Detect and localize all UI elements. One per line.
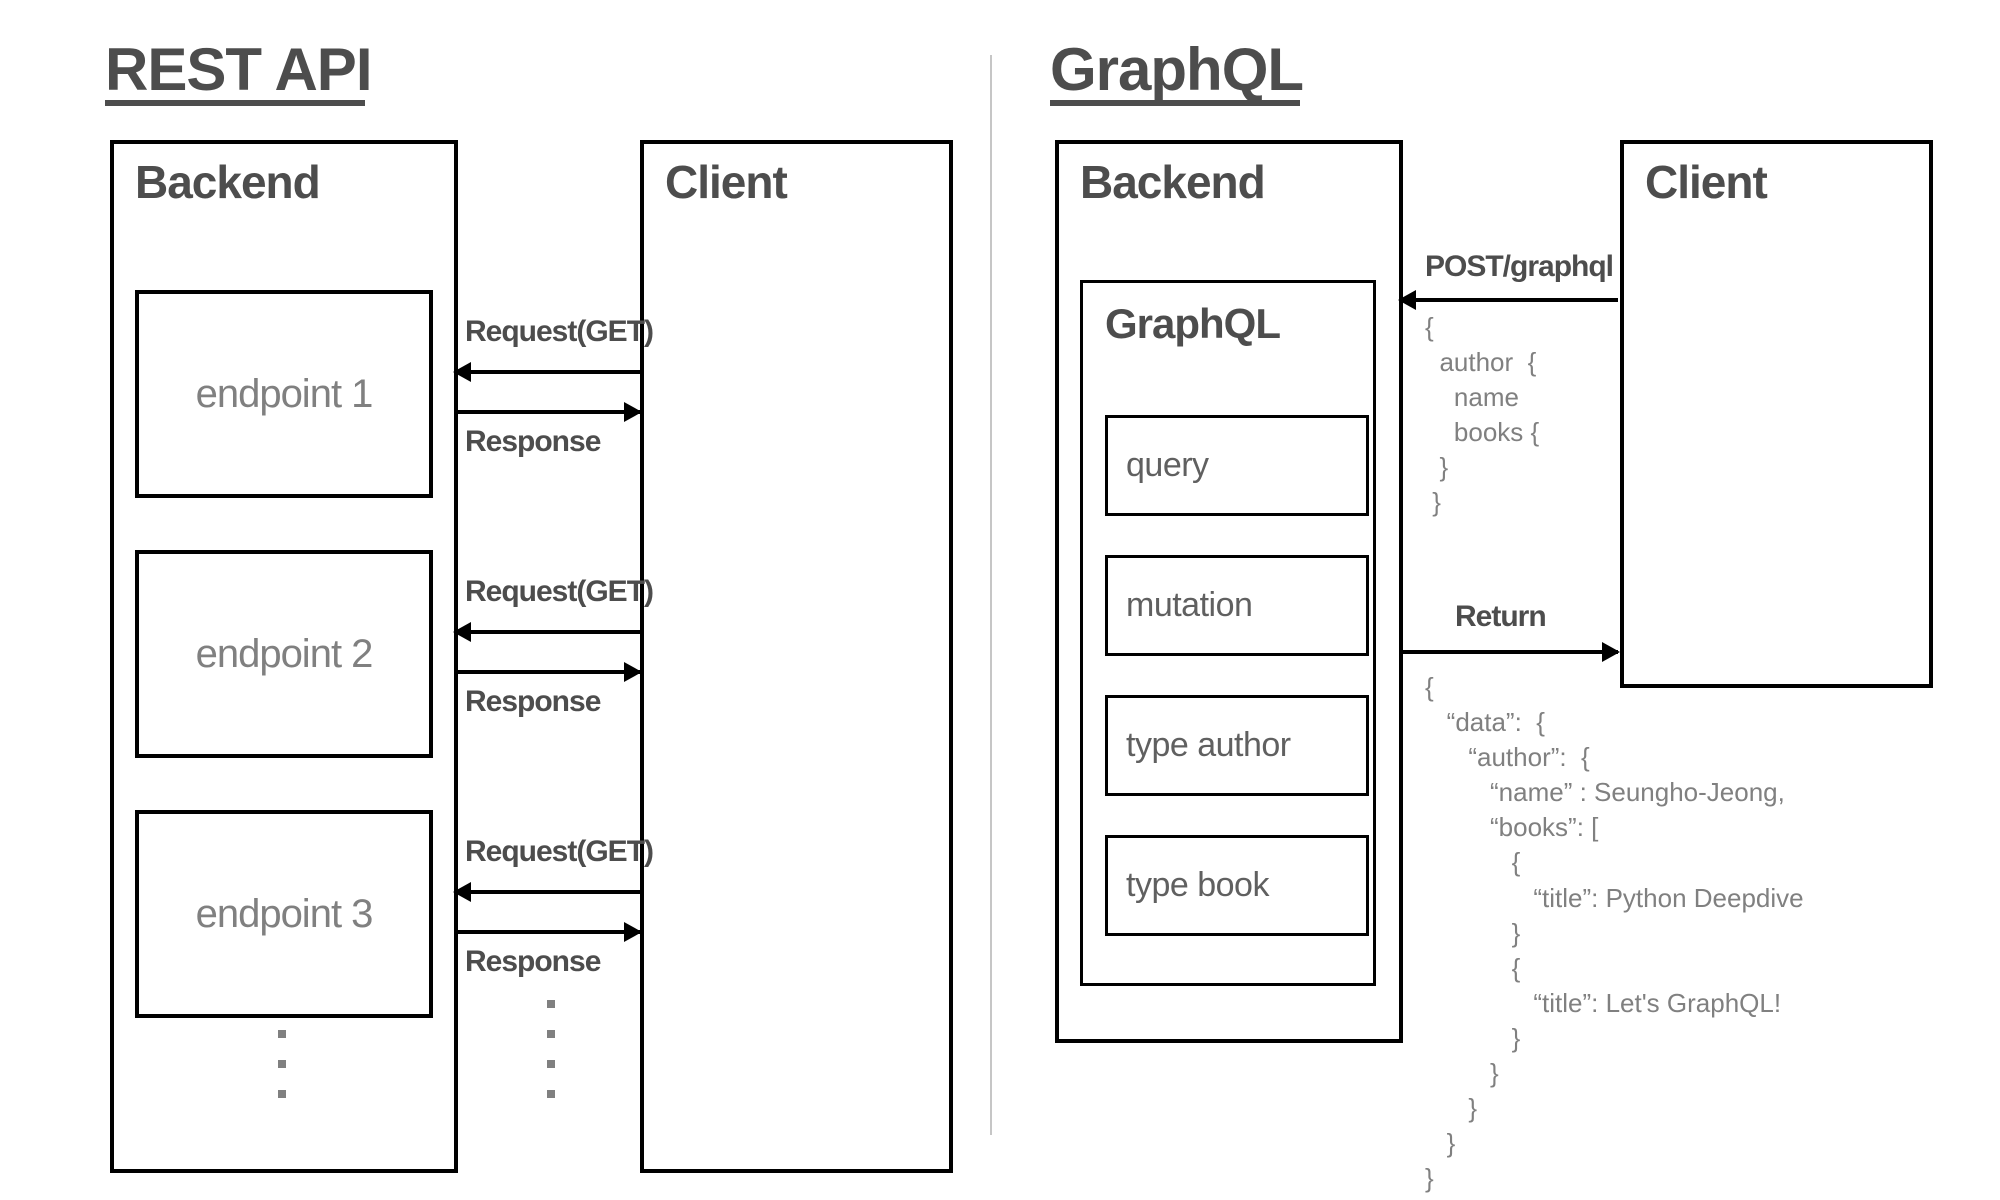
endpoint-2-request-label: Request(GET) xyxy=(465,575,653,609)
gql-return-arrow xyxy=(1400,650,1618,654)
endpoint-1-label: endpoint 1 xyxy=(196,372,373,417)
endpoint-1-box: endpoint 1 xyxy=(135,290,433,498)
endpoint-3-response-label: Response xyxy=(465,945,600,979)
endpoint-1-request-arrow xyxy=(455,370,640,374)
endpoint-3-request-label: Request(GET) xyxy=(465,835,653,869)
gql-item-query-label: query xyxy=(1126,446,1209,485)
gql-post-arrow xyxy=(1400,298,1618,302)
rest-backend-header: Backend xyxy=(135,155,320,209)
endpoint-2-response-arrow xyxy=(455,670,640,674)
rest-client-box xyxy=(640,140,953,1173)
endpoint-1-response-label: Response xyxy=(465,425,600,459)
gql-backend-header: Backend xyxy=(1080,155,1265,209)
endpoint-1-request-label: Request(GET) xyxy=(465,315,653,349)
gql-item-mutation: mutation xyxy=(1105,555,1369,656)
gql-client-box xyxy=(1620,140,1933,688)
gql-item-mutation-label: mutation xyxy=(1126,586,1252,625)
gql-query-code: { author { name books { } } xyxy=(1425,310,1539,521)
gql-post-label: POST/graphql xyxy=(1425,250,1613,284)
rest-title: REST API xyxy=(105,35,371,104)
endpoint-2-response-label: Response xyxy=(465,685,600,719)
graphql-title-underline xyxy=(1050,100,1300,106)
gql-response-code: { “data”: { “author”: { “name” : Seungho… xyxy=(1425,670,1804,1196)
rest-client-header: Client xyxy=(665,155,787,209)
gql-item-query: query xyxy=(1105,415,1369,516)
diagram-root: REST API Backend Client endpoint 1 Reque… xyxy=(0,0,2000,1200)
endpoints-more-dots xyxy=(278,1030,286,1098)
endpoint-1-response-arrow xyxy=(455,410,640,414)
rest-title-underline xyxy=(105,100,365,106)
gql-inner-header: GraphQL xyxy=(1105,300,1280,348)
endpoint-2-label: endpoint 2 xyxy=(196,632,373,677)
endpoint-3-request-arrow xyxy=(455,890,640,894)
graphql-title: GraphQL xyxy=(1050,35,1303,104)
arrows-more-dots xyxy=(547,1000,555,1098)
endpoint-3-response-arrow xyxy=(455,930,640,934)
gql-item-type-author: type author xyxy=(1105,695,1369,796)
gql-client-header: Client xyxy=(1645,155,1767,209)
endpoint-3-box: endpoint 3 xyxy=(135,810,433,1018)
gql-return-label: Return xyxy=(1455,600,1546,634)
endpoint-3-label: endpoint 3 xyxy=(196,892,373,937)
gql-item-type-book-label: type book xyxy=(1126,866,1269,905)
center-divider xyxy=(990,55,992,1135)
gql-item-type-book: type book xyxy=(1105,835,1369,936)
gql-item-type-author-label: type author xyxy=(1126,726,1291,765)
endpoint-2-box: endpoint 2 xyxy=(135,550,433,758)
endpoint-2-request-arrow xyxy=(455,630,640,634)
